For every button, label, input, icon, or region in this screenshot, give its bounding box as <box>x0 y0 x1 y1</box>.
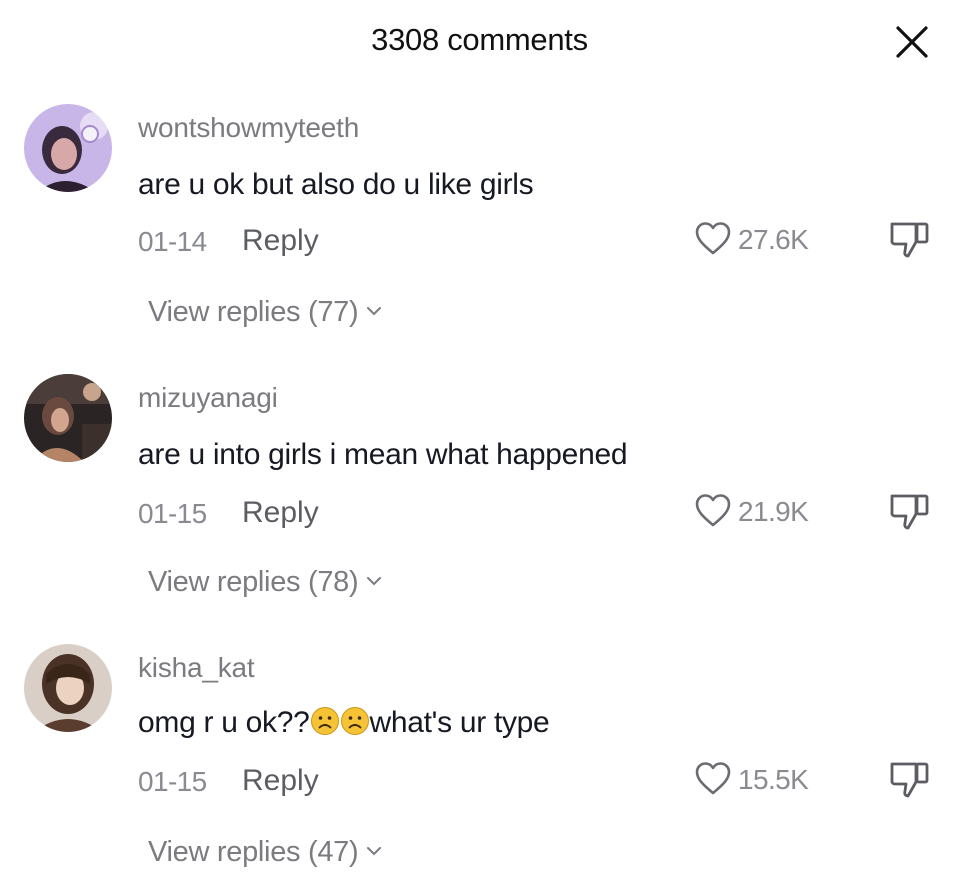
chevron-down-icon <box>367 847 382 856</box>
comment-item: kisha_kat omg r u ok?? what's ur type 01-… <box>0 542 959 868</box>
thumbs-down-icon <box>890 222 929 258</box>
avatar[interactable] <box>24 374 112 462</box>
comment-username[interactable]: wontshowmyteeth <box>138 112 359 144</box>
comment-date: 01-14 <box>138 226 207 257</box>
comment-item: wontshowmyteeth are u ok but also do u l… <box>0 0 959 328</box>
heart-icon <box>695 762 731 795</box>
dislike-button[interactable] <box>886 490 934 534</box>
view-replies-button[interactable]: View replies (47) <box>148 836 382 869</box>
reply-button[interactable]: Reply <box>242 764 319 798</box>
comment-text-start: omg r u ok?? <box>138 706 310 739</box>
thumbs-down-icon <box>890 762 929 798</box>
reply-button[interactable]: Reply <box>242 496 319 530</box>
like-count: 15.5K <box>738 764 809 795</box>
like-count: 21.9K <box>738 496 809 527</box>
comment-text: are u ok but also do u like girls <box>138 168 534 201</box>
dislike-button[interactable] <box>886 758 934 802</box>
view-replies-label: View replies (47) <box>148 836 359 868</box>
avatar[interactable] <box>24 644 112 732</box>
thumbs-down-icon <box>890 494 929 530</box>
comment-item: mizuyanagi are u into girls i mean what … <box>0 272 959 598</box>
reply-button[interactable]: Reply <box>242 224 319 258</box>
comment-text: omg r u ok?? what's ur type <box>138 706 550 740</box>
comment-text-end: what's ur type <box>369 706 550 739</box>
frowning-face-emoji <box>340 707 369 735</box>
comment-username[interactable]: mizuyanagi <box>138 382 278 414</box>
comment-username[interactable]: kisha_kat <box>138 652 255 684</box>
avatar[interactable] <box>24 104 112 192</box>
frowning-face-emoji <box>310 707 339 735</box>
like-count: 27.6K <box>738 224 809 255</box>
dislike-button[interactable] <box>886 218 934 262</box>
comment-text: are u into girls i mean what happened <box>138 438 628 471</box>
heart-icon <box>695 494 731 527</box>
comment-date: 01-15 <box>138 766 207 797</box>
comment-date: 01-15 <box>138 498 207 529</box>
heart-icon <box>695 222 731 255</box>
